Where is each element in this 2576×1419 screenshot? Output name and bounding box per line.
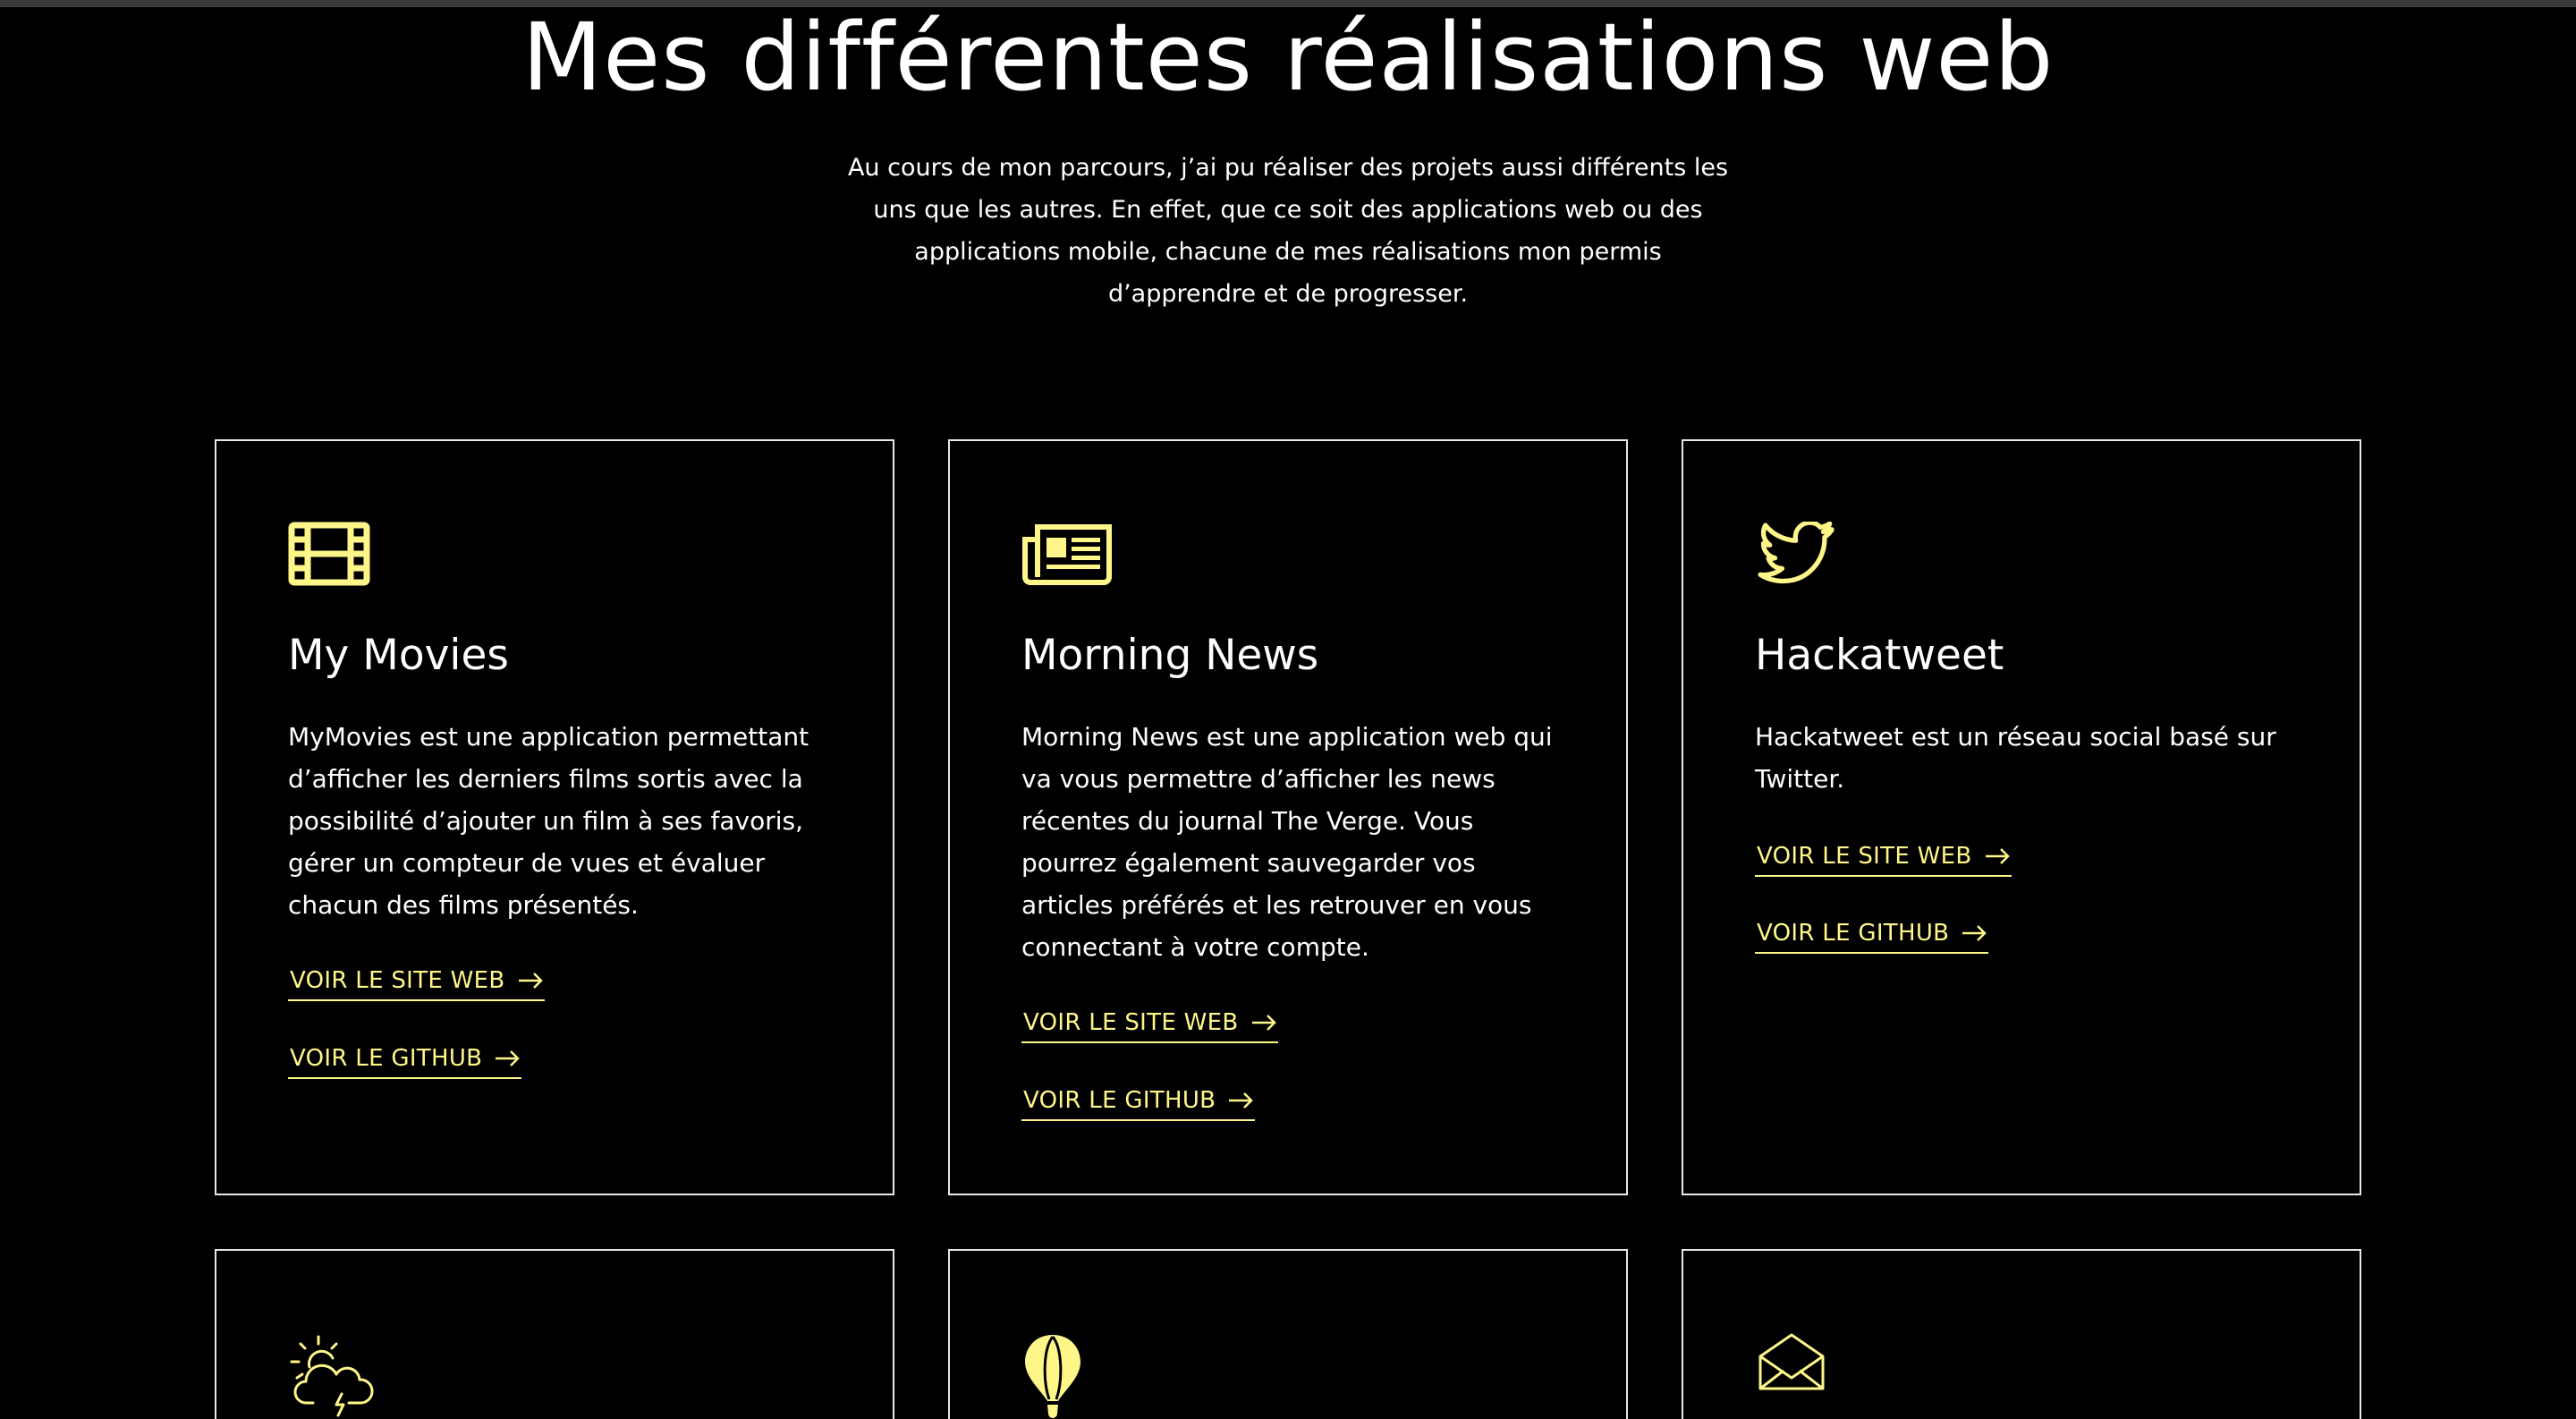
view-github-link[interactable]: VOIR LE GITHUB xyxy=(288,1043,522,1079)
view-github-link[interactable]: VOIR LE GITHUB xyxy=(1021,1085,1256,1121)
view-website-label: VOIR LE SITE WEB xyxy=(1757,843,1972,870)
arrow-right-icon xyxy=(518,973,543,989)
project-card-envelope xyxy=(1682,1249,2361,1419)
project-description: Hackatweet est un réseau social basé sur… xyxy=(1755,722,2276,794)
twitter-icon xyxy=(1755,522,1853,593)
arrow-right-icon xyxy=(1228,1092,1254,1109)
page-title: Mes différentes réalisations web xyxy=(521,3,2055,112)
project-title: Morning News xyxy=(1021,631,1319,680)
project-card-balloon xyxy=(948,1249,1628,1419)
view-website-label: VOIR LE SITE WEB xyxy=(290,967,505,994)
intro-text: Au cours de mon parcours, j’ai pu réalis… xyxy=(847,154,1729,308)
view-github-label: VOIR LE GITHUB xyxy=(1023,1087,1216,1114)
view-website-label: VOIR LE SITE WEB xyxy=(1023,1009,1239,1036)
project-card-my-movies: My Movies MyMovies est une application p… xyxy=(215,439,894,1195)
view-github-link[interactable]: VOIR LE GITHUB xyxy=(1755,918,1989,954)
arrow-right-icon xyxy=(1985,848,2010,864)
project-description: Morning News est une application web qui… xyxy=(1021,722,1553,962)
envelope-icon xyxy=(1755,1331,1853,1403)
view-github-label: VOIR LE GITHUB xyxy=(290,1045,483,1072)
newspaper-icon xyxy=(1021,522,1120,593)
project-description: MyMovies est une application permettant … xyxy=(288,722,809,920)
view-website-link[interactable]: VOIR LE SITE WEB xyxy=(1021,1007,1278,1043)
arrow-right-icon xyxy=(1962,925,1987,941)
film-icon xyxy=(288,522,386,593)
project-card-weather xyxy=(215,1249,894,1419)
view-github-label: VOIR LE GITHUB xyxy=(1757,920,1950,947)
arrow-right-icon xyxy=(1251,1015,1276,1031)
view-website-link[interactable]: VOIR LE SITE WEB xyxy=(1755,841,2012,877)
project-title: Hackatweet xyxy=(1755,631,2004,680)
view-website-link[interactable]: VOIR LE SITE WEB xyxy=(288,965,545,1001)
project-title: My Movies xyxy=(288,631,509,680)
project-card-hackatweet: Hackatweet Hackatweet est un réseau soci… xyxy=(1682,439,2361,1195)
hot-air-balloon-icon xyxy=(1021,1331,1120,1418)
project-card-morning-news: Morning News Morning News est une applic… xyxy=(948,439,1628,1195)
weather-storm-icon xyxy=(288,1331,386,1417)
arrow-right-icon xyxy=(495,1050,521,1066)
